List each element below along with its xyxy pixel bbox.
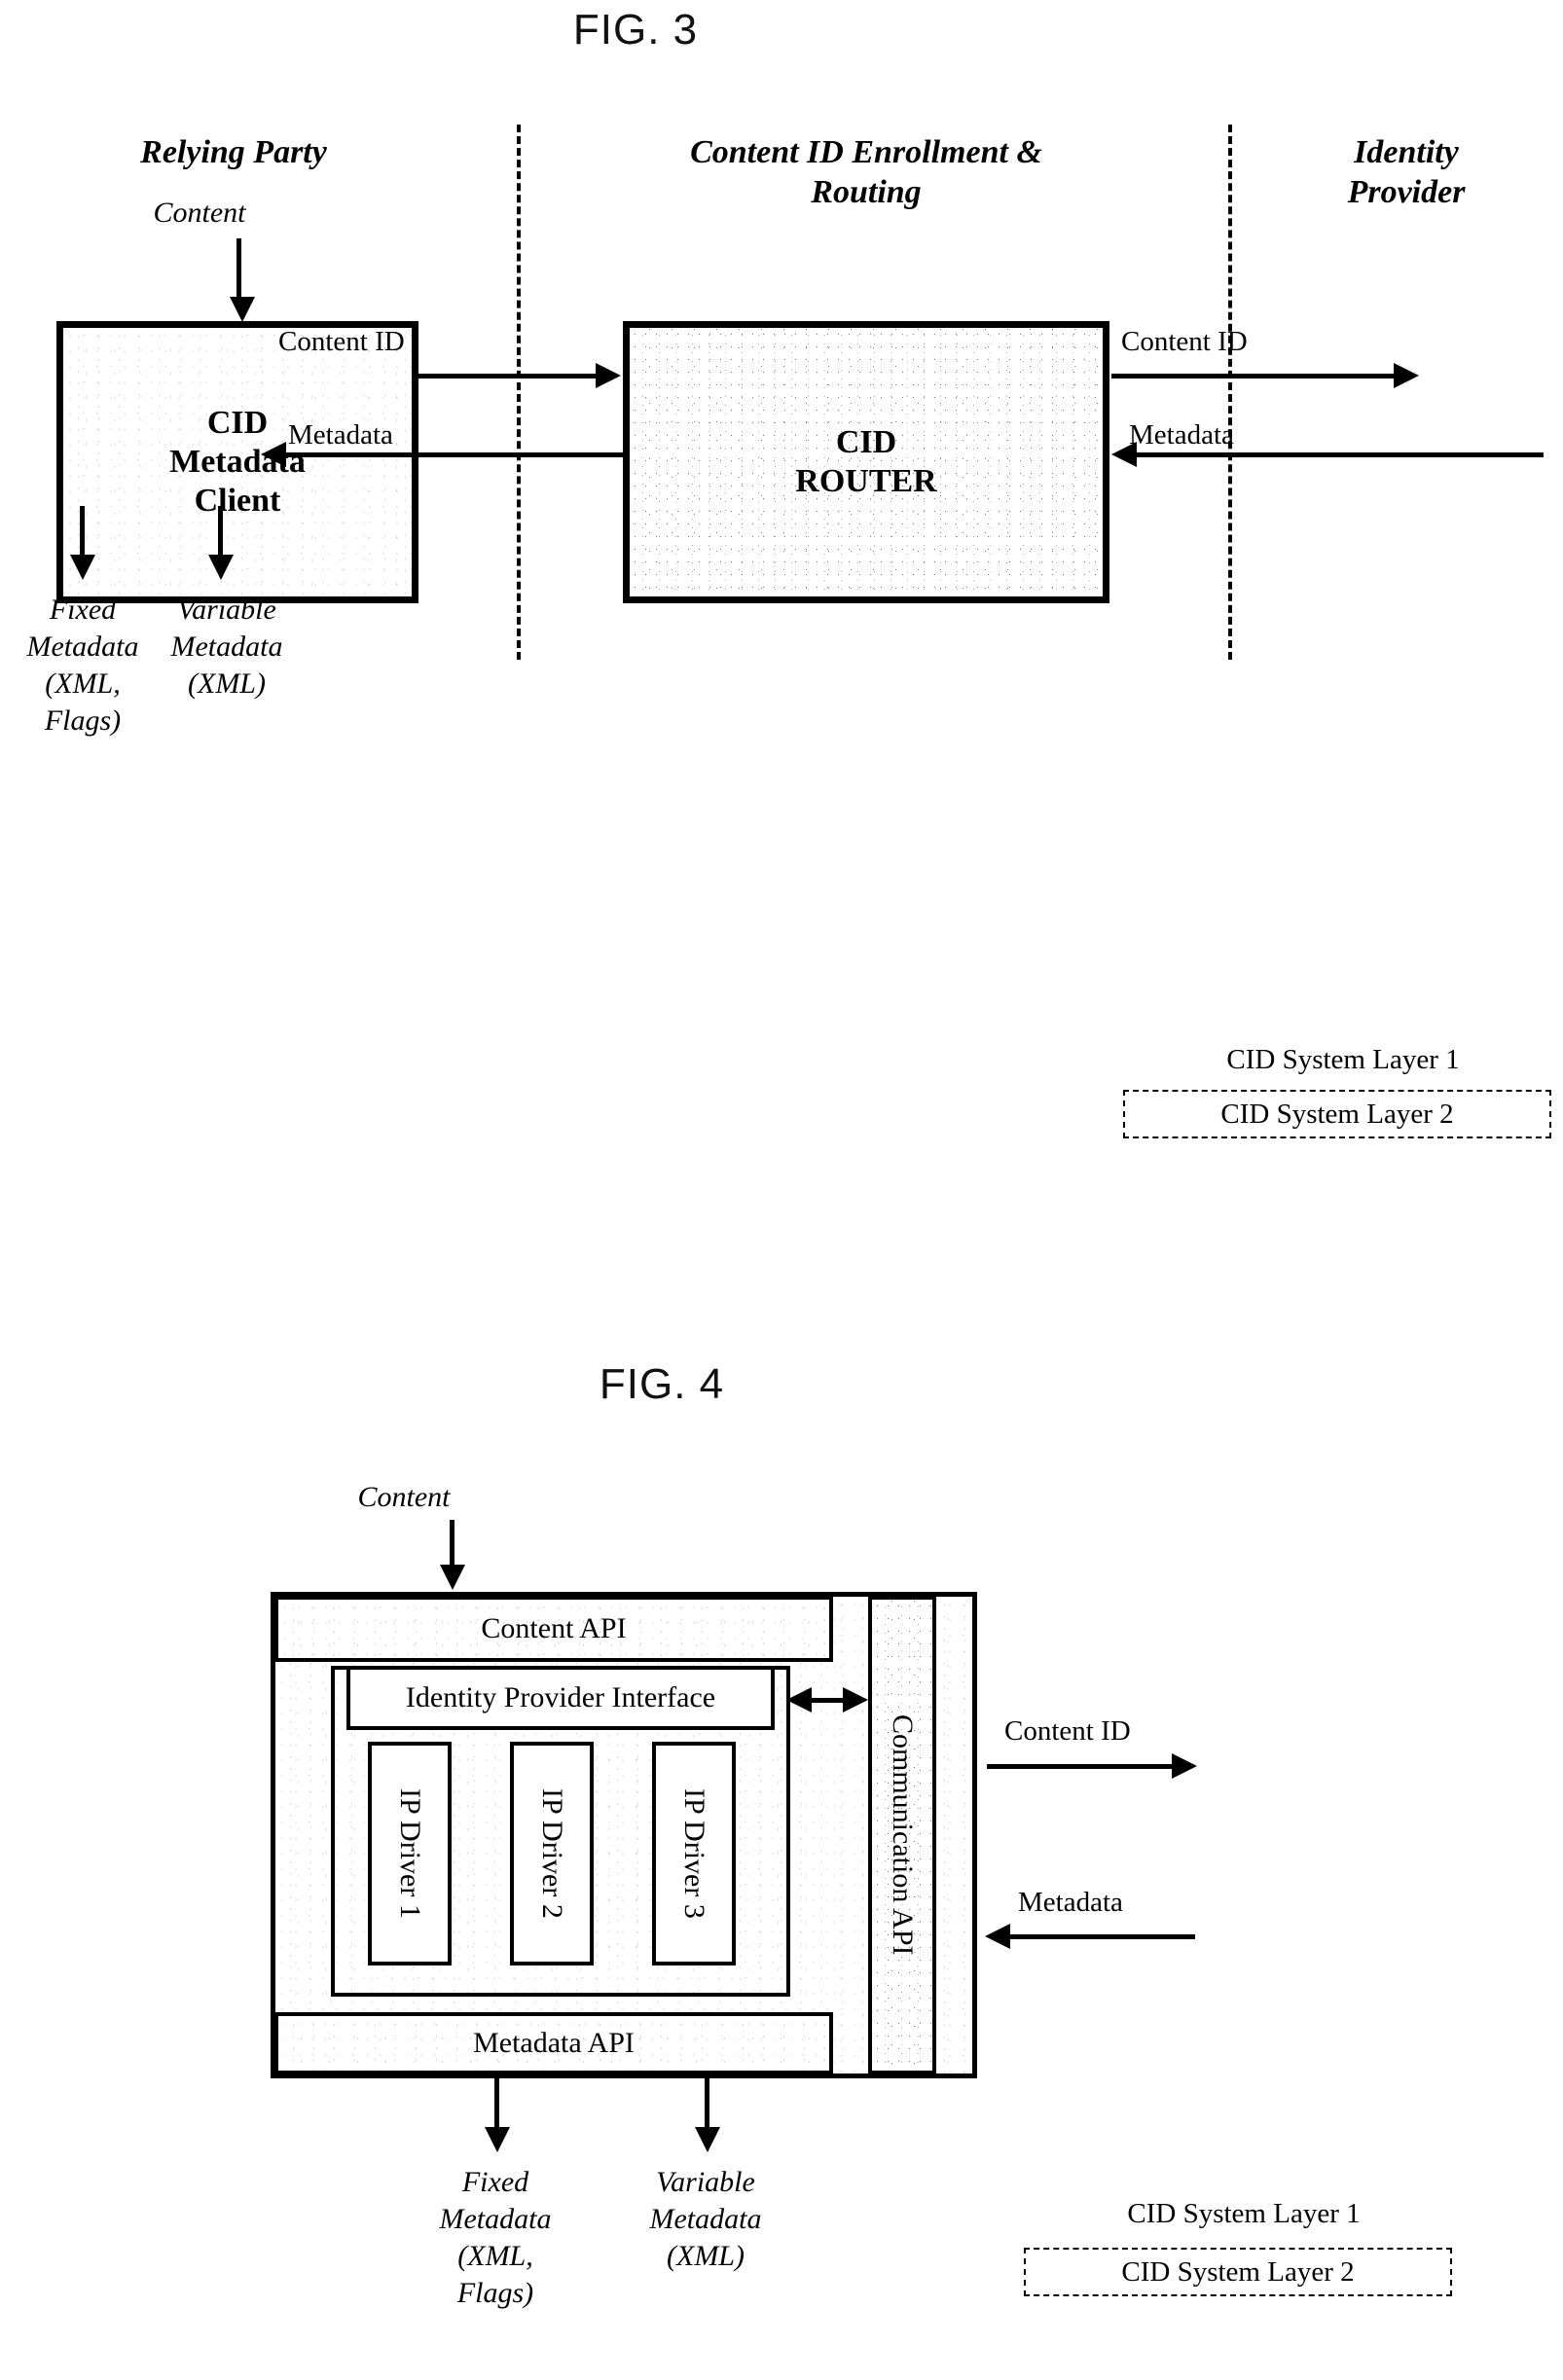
fig3-flow-label-content-id-left: Content ID [278, 326, 405, 357]
fig4-ip-driver-3-label: IP Driver 3 [678, 1788, 710, 1919]
fig4-ip-driver-1-label: IP Driver 1 [394, 1788, 426, 1919]
fig3-flow-arrowhead-metadata-left [261, 442, 286, 467]
fig3-flow-label-metadata-right: Metadata [1129, 419, 1234, 451]
cid-router-label: CID ROUTER [795, 424, 937, 499]
fig4-content-input-label: Content [357, 1481, 451, 1513]
fig3-flow-arrowhead-metadata-right [1111, 442, 1137, 467]
fig3-legend-layer-2-box: CID System Layer 2 [1123, 1090, 1551, 1138]
fig3-flow-arrowhead-content-id-left [596, 363, 621, 388]
fig4-output-arrowhead-fixed [485, 2127, 510, 2152]
fig4-legend-layer-2-box: CID System Layer 2 [1024, 2248, 1452, 2296]
fig4-flow-line-content-id [987, 1764, 1178, 1769]
figure-3-caption: FIG. 3 [572, 6, 699, 54]
fig3-flow-arrowhead-content-id-right [1394, 363, 1419, 388]
fig4-output-arrowhead-variable [695, 2127, 720, 2152]
fig3-flow-label-metadata-left: Metadata [288, 419, 393, 451]
fig4-ip-driver-3-box[interactable]: IP Driver 3 [652, 1742, 736, 1965]
cid-router-box[interactable]: CID ROUTER [623, 321, 1109, 603]
fig4-ip-driver-1-box[interactable]: IP Driver 1 [368, 1742, 452, 1965]
fig4-output-label-variable-metadata: Variable Metadata (XML) [649, 2166, 762, 2272]
fig4-communication-api-label: Communication API [887, 1714, 919, 1956]
fig4-content-input-arrowhead [440, 1565, 465, 1590]
fig4-output-label-fixed-metadata: Fixed Metadata (XML, Flags) [439, 2166, 552, 2309]
fig3-flow-line-content-id-right [1111, 374, 1399, 379]
cid-metadata-client-box[interactable]: CID Metadata Client [56, 321, 418, 603]
fig4-flow-arrowhead-metadata [985, 1924, 1010, 1949]
fig3-content-input-arrowhead [230, 297, 255, 322]
fig3-flow-line-content-id-left [418, 374, 603, 379]
fig4-metadata-api-label: Metadata API [473, 2027, 635, 2059]
fig3-output-arrowhead-variable [208, 555, 234, 580]
fig4-communication-api-band[interactable]: Communication API [868, 1596, 936, 2074]
fig4-bidirectional-arrowhead-right [843, 1687, 868, 1713]
lane-header-content-id-enrollment: Content ID Enrollment & Routing [690, 134, 1042, 210]
figure-4-caption: FIG. 4 [599, 1360, 725, 1408]
fig4-ip-driver-2-label: IP Driver 2 [536, 1788, 568, 1919]
fig3-flow-label-content-id-right: Content ID [1121, 326, 1248, 357]
fig3-flow-line-metadata-left [284, 452, 623, 457]
fig4-flow-arrowhead-content-id [1172, 1753, 1197, 1779]
fig3-output-arrowhead-fixed [70, 555, 95, 580]
lane-divider-right [1228, 125, 1232, 660]
fig4-ip-driver-2-box[interactable]: IP Driver 2 [510, 1742, 594, 1965]
fig3-flow-line-metadata-right [1135, 452, 1544, 457]
lane-header-relying-party: Relying Party [140, 134, 327, 170]
fig4-content-api-label: Content API [481, 1612, 627, 1644]
fig4-legend-layer-1: CID System Layer 1 [1127, 2198, 1361, 2229]
lane-divider-left [517, 125, 521, 660]
fig3-legend-layer-2: CID System Layer 2 [1220, 1099, 1454, 1130]
fig4-flow-label-content-id: Content ID [1004, 1715, 1131, 1747]
fig3-content-input-label: Content [153, 197, 246, 229]
lane-header-identity-provider: Identity Provider [1347, 134, 1466, 210]
fig3-legend-layer-1: CID System Layer 1 [1226, 1044, 1460, 1075]
fig4-flow-label-metadata: Metadata [1018, 1887, 1123, 1918]
fig3-output-label-variable-metadata: Variable Metadata (XML) [170, 594, 283, 700]
fig4-content-api-band[interactable]: Content API [274, 1596, 833, 1662]
fig4-legend-layer-2: CID System Layer 2 [1121, 2256, 1355, 2288]
fig4-metadata-api-band[interactable]: Metadata API [274, 2012, 833, 2074]
fig4-flow-line-metadata [1008, 1934, 1195, 1939]
